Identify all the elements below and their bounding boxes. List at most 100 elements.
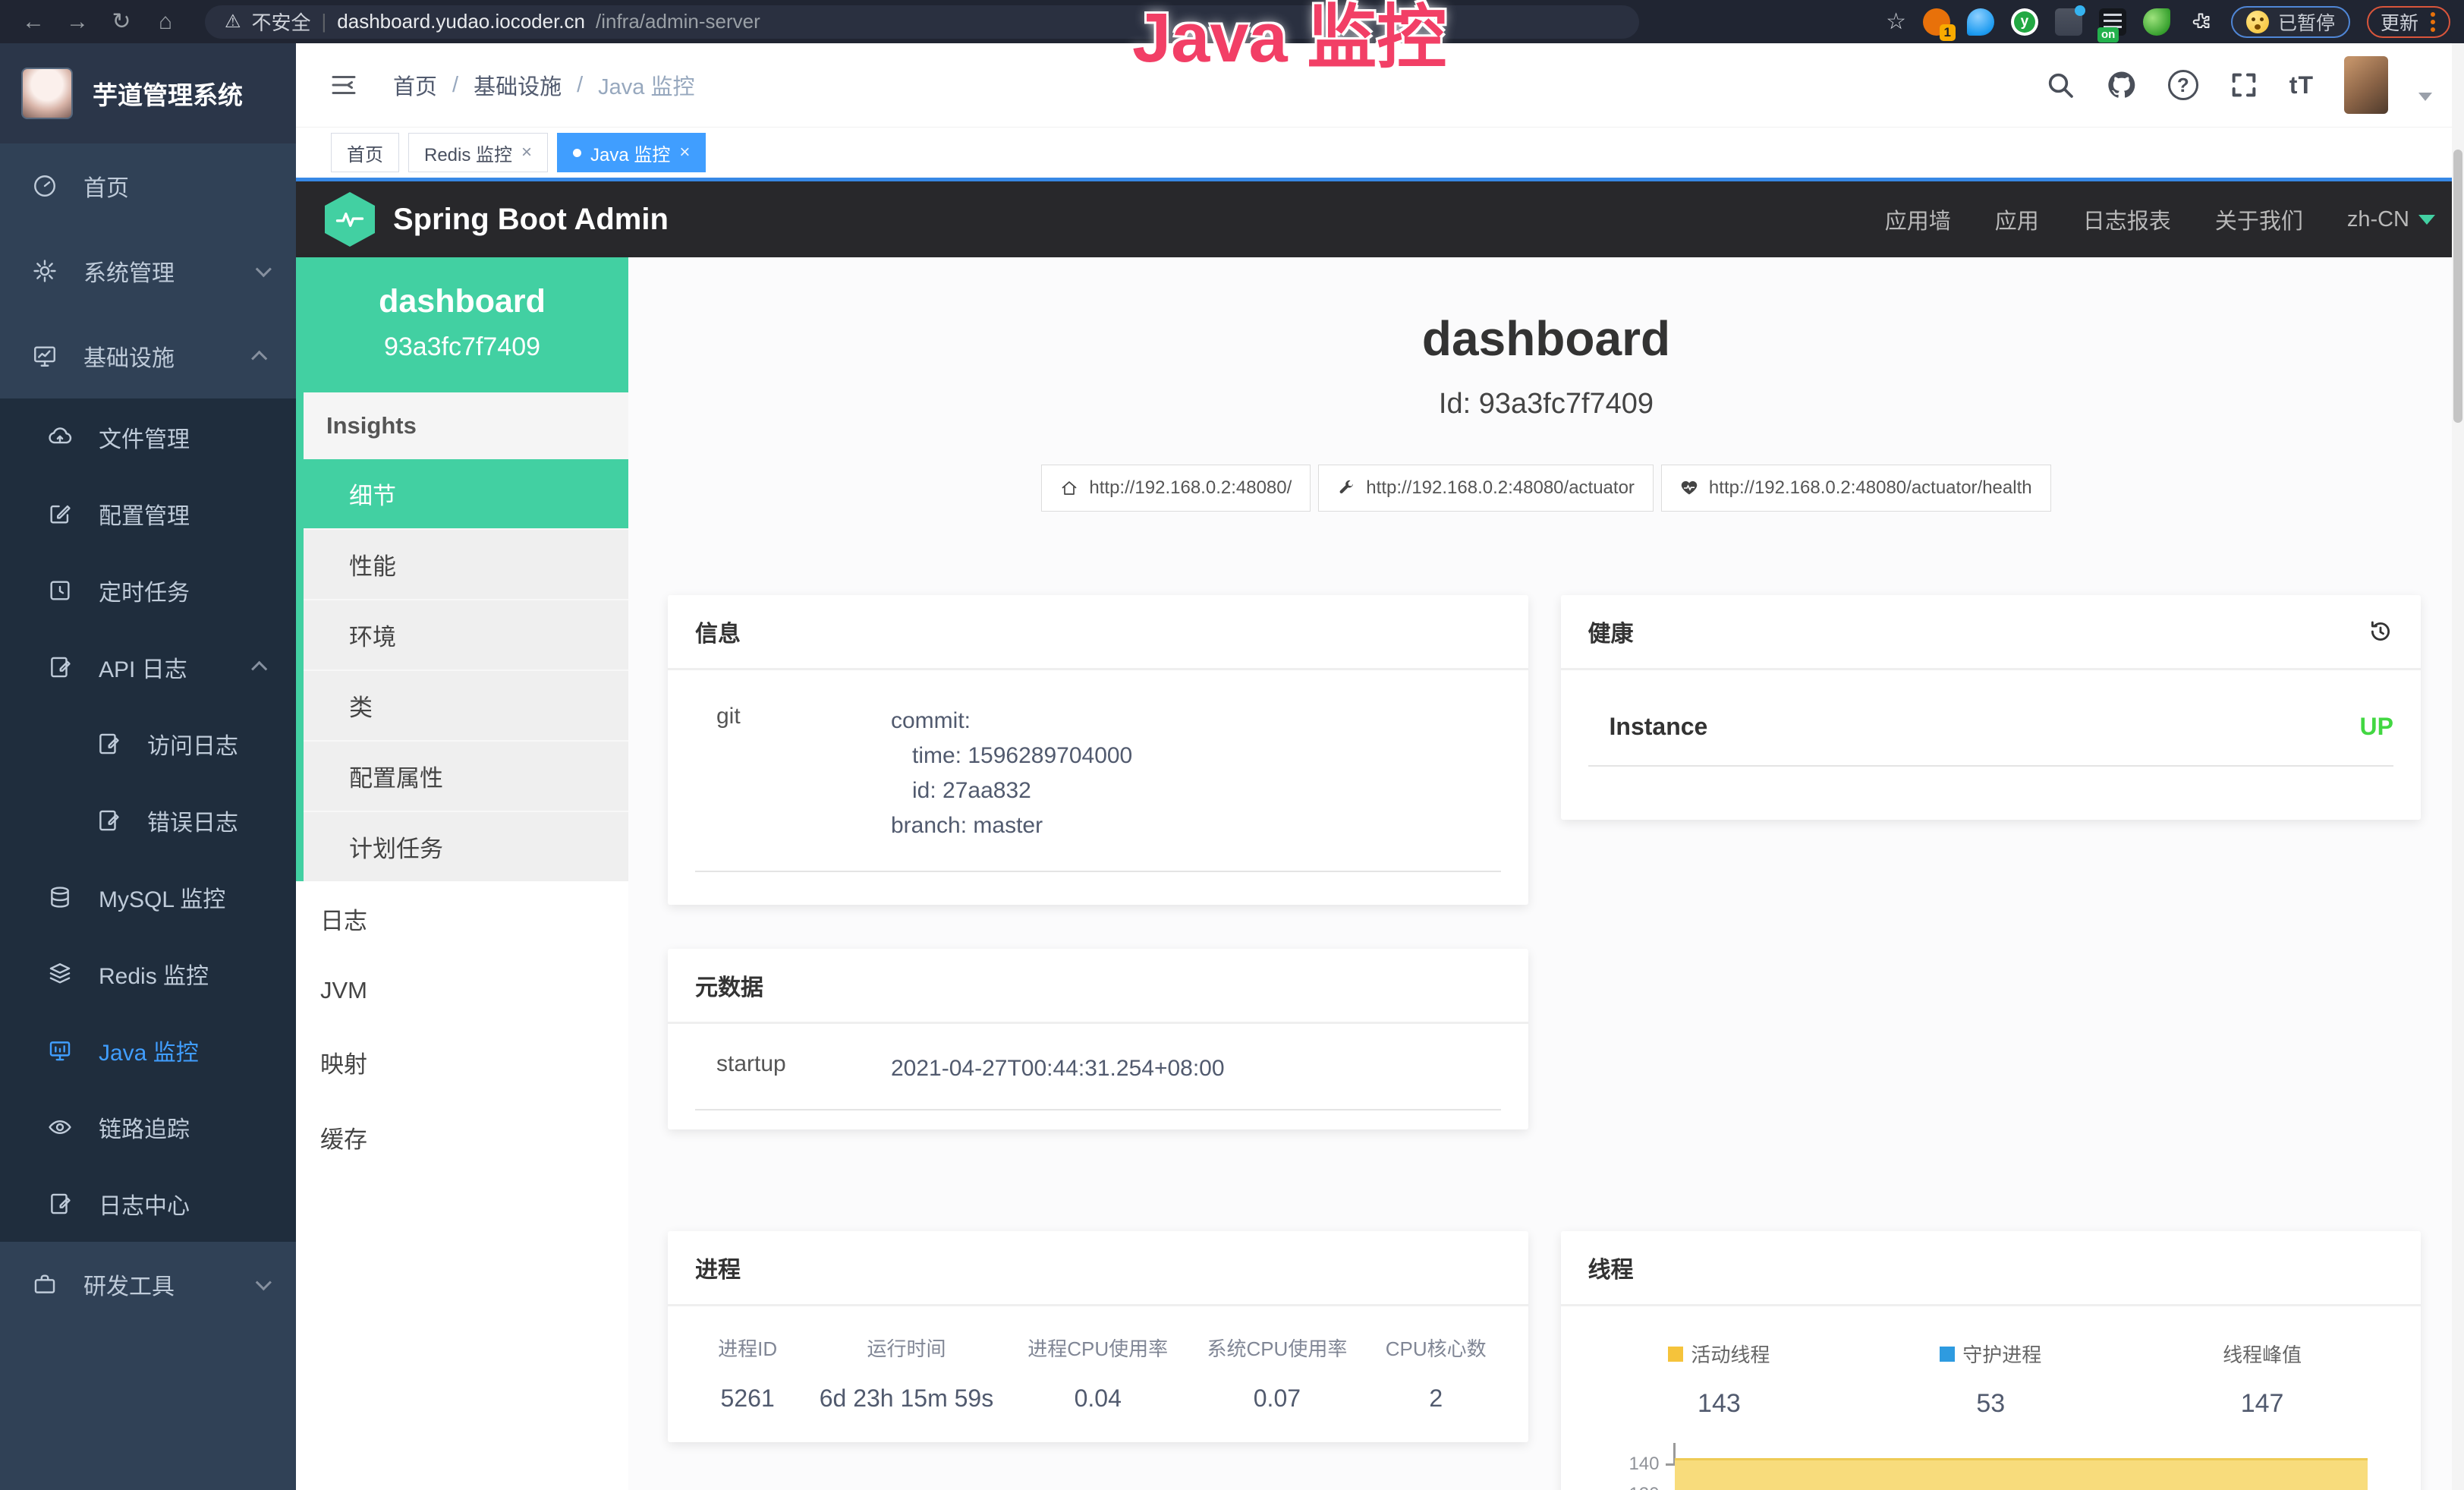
- chrome-menu-kebab-icon[interactable]: [2429, 11, 2437, 33]
- font-size-icon[interactable]: tT: [2289, 71, 2314, 99]
- window-scrollbar[interactable]: [2452, 43, 2464, 1490]
- help-icon[interactable]: ?: [2168, 70, 2198, 100]
- tags-view-bar: 首页 Redis 监控 × Java 监控 ×: [296, 127, 2464, 181]
- service-url-button[interactable]: http://192.168.0.2:48080/: [1041, 465, 1311, 512]
- sidebar-item-label: 错误日志: [147, 804, 238, 837]
- sba-menu-config-props[interactable]: 配置属性: [304, 740, 628, 811]
- sba-menu-jvm[interactable]: JVM: [296, 956, 628, 1025]
- close-icon[interactable]: ×: [521, 142, 532, 163]
- sidebar-item-file-management[interactable]: 文件管理: [0, 398, 296, 475]
- url-divider: |: [322, 10, 327, 33]
- extensions-puzzle-icon[interactable]: [2187, 8, 2214, 36]
- process-cpu-value: 0.04: [1009, 1384, 1188, 1413]
- tab-redis-monitor[interactable]: Redis 监控 ×: [408, 133, 548, 172]
- sba-instance-header[interactable]: dashboard 93a3fc7f7409: [296, 257, 628, 392]
- browser-reload-icon[interactable]: ↻: [102, 0, 141, 43]
- browser-home-icon[interactable]: ⌂: [146, 0, 185, 43]
- tab-home[interactable]: 首页: [331, 133, 399, 172]
- browser-forward-icon[interactable]: →: [58, 0, 97, 43]
- gear-icon: [32, 258, 58, 284]
- extension-count-badge: 1: [1940, 24, 1956, 41]
- extension-pin-icon[interactable]: [1967, 8, 1994, 36]
- threads-card: 线程 活动线程 143 守护进程: [1561, 1231, 2422, 1490]
- breadcrumb-separator: /: [452, 73, 458, 98]
- sidebar-item-log-center[interactable]: 日志中心: [0, 1165, 296, 1242]
- health-card: 健康 Instance UP: [1561, 595, 2422, 820]
- avatar-caret-down-icon[interactable]: [2418, 93, 2432, 101]
- extension-y-icon[interactable]: y: [2011, 8, 2038, 36]
- tab-java-monitor[interactable]: Java 监控 ×: [557, 133, 706, 172]
- not-secure-warning-icon: ⚠: [225, 11, 241, 33]
- sba-nav-applications[interactable]: 应用: [1995, 203, 2039, 235]
- search-icon[interactable]: [2045, 70, 2075, 100]
- annotation-java-monitor: Java 监控: [1132, 2, 1446, 75]
- breadcrumb: 首页 / 基础设施 / Java 监控: [393, 69, 694, 101]
- sba-menu-environment[interactable]: 环境: [304, 599, 628, 669]
- sba-nav: 应用墙 应用 日志报表 关于我们 zh-CN: [1885, 203, 2435, 235]
- sidebar-item-redis-monitor[interactable]: Redis 监控: [0, 935, 296, 1012]
- scrollbar-thumb[interactable]: [2453, 150, 2462, 423]
- sidebar-item-mysql-monitor[interactable]: MySQL 监控: [0, 858, 296, 935]
- sidebar-item-access-logs[interactable]: 访问日志: [0, 705, 296, 782]
- bookmark-star-icon[interactable]: ☆: [1886, 8, 1906, 35]
- sidebar-item-java-monitor[interactable]: Java 监控: [0, 1012, 296, 1088]
- extension-lines-icon[interactable]: on: [2099, 8, 2126, 36]
- live-threads-swatch: [1668, 1347, 1683, 1362]
- sba-menu-caches[interactable]: 缓存: [296, 1100, 628, 1175]
- sba-nav-wallboard[interactable]: 应用墙: [1885, 203, 1951, 235]
- extension-refresh-icon[interactable]: 1: [1923, 8, 1950, 36]
- extension-grid-icon[interactable]: [2055, 8, 2082, 36]
- sba-nav-journal[interactable]: 日志报表: [2083, 203, 2171, 235]
- sidebar-item-infrastructure[interactable]: 基础设施: [0, 313, 296, 398]
- github-icon[interactable]: [2106, 69, 2138, 101]
- history-icon[interactable]: [2368, 619, 2393, 644]
- sidebar-item-dev-tools[interactable]: 研发工具: [0, 1242, 296, 1327]
- sidebar-item-system[interactable]: 系统管理: [0, 228, 296, 313]
- metadata-card-title: 元数据: [668, 949, 1528, 1024]
- sidebar-item-scheduled-jobs[interactable]: 定时任务: [0, 552, 296, 628]
- close-icon[interactable]: ×: [679, 142, 690, 163]
- fullscreen-icon[interactable]: [2229, 70, 2259, 100]
- info-key: git: [716, 704, 891, 843]
- hamburger-fold-icon[interactable]: [328, 69, 360, 101]
- legend-live-threads: 活动线程 143: [1584, 1340, 1855, 1419]
- browser-back-icon[interactable]: ←: [14, 0, 53, 43]
- user-avatar[interactable]: [2344, 56, 2388, 114]
- sidebar-item-api-logs[interactable]: API 日志: [0, 628, 296, 705]
- info-card-title: 信息: [668, 595, 1528, 670]
- sba-locale-select[interactable]: zh-CN: [2347, 207, 2435, 232]
- chrome-update-button[interactable]: 更新: [2367, 6, 2450, 38]
- sba-menu-logs[interactable]: 日志: [296, 881, 628, 956]
- health-url-button[interactable]: http://192.168.0.2:48080/actuator/health: [1661, 465, 2051, 512]
- breadcrumb-infrastructure[interactable]: 基础设施: [474, 69, 562, 101]
- breadcrumb-home[interactable]: 首页: [393, 69, 437, 101]
- sidebar-item-tracing[interactable]: 链路追踪: [0, 1088, 296, 1165]
- health-key: Instance: [1610, 713, 1784, 741]
- sba-menu-scheduled-tasks[interactable]: 计划任务: [304, 811, 628, 881]
- sba-content: dashboard Id: 93a3fc7f7409 http://192.16…: [628, 257, 2464, 1490]
- edit-square-icon: [47, 501, 73, 527]
- sba-instance-id: 93a3fc7f7409: [304, 332, 621, 362]
- sidebar-item-error-logs[interactable]: 错误日志: [0, 782, 296, 858]
- actuator-url-button[interactable]: http://192.168.0.2:48080/actuator: [1318, 465, 1654, 512]
- sidebar-item-label: 系统管理: [83, 254, 175, 288]
- sba-nav-about[interactable]: 关于我们: [2215, 203, 2303, 235]
- sidebar-item-label: MySQL 监控: [99, 880, 225, 914]
- sba-brand-title[interactable]: Spring Boot Admin: [393, 203, 669, 237]
- sidebar-item-config-management[interactable]: 配置管理: [0, 475, 296, 552]
- chevron-down-icon: [256, 1274, 272, 1290]
- breadcrumb-separator: /: [577, 73, 583, 98]
- heart-pulse-icon: [1680, 479, 1698, 497]
- spring-boot-admin-logo[interactable]: [325, 192, 375, 247]
- profile-paused-badge[interactable]: 已暂停: [2231, 6, 2350, 38]
- sba-menu-details[interactable]: 细节: [304, 459, 628, 528]
- extension-leaf-icon[interactable]: [2143, 8, 2170, 36]
- sba-menu-metrics[interactable]: 性能: [304, 528, 628, 599]
- sidebar-item-home[interactable]: 首页: [0, 143, 296, 228]
- sidebar-logo-row[interactable]: 芋道管理系统: [0, 43, 296, 143]
- sidebar-item-label: 首页: [83, 169, 129, 203]
- history-clock-icon: [47, 578, 73, 603]
- sidebar-item-label: 配置管理: [99, 497, 190, 531]
- sba-menu-classes[interactable]: 类: [304, 669, 628, 740]
- sba-menu-mappings[interactable]: 映射: [296, 1025, 628, 1100]
